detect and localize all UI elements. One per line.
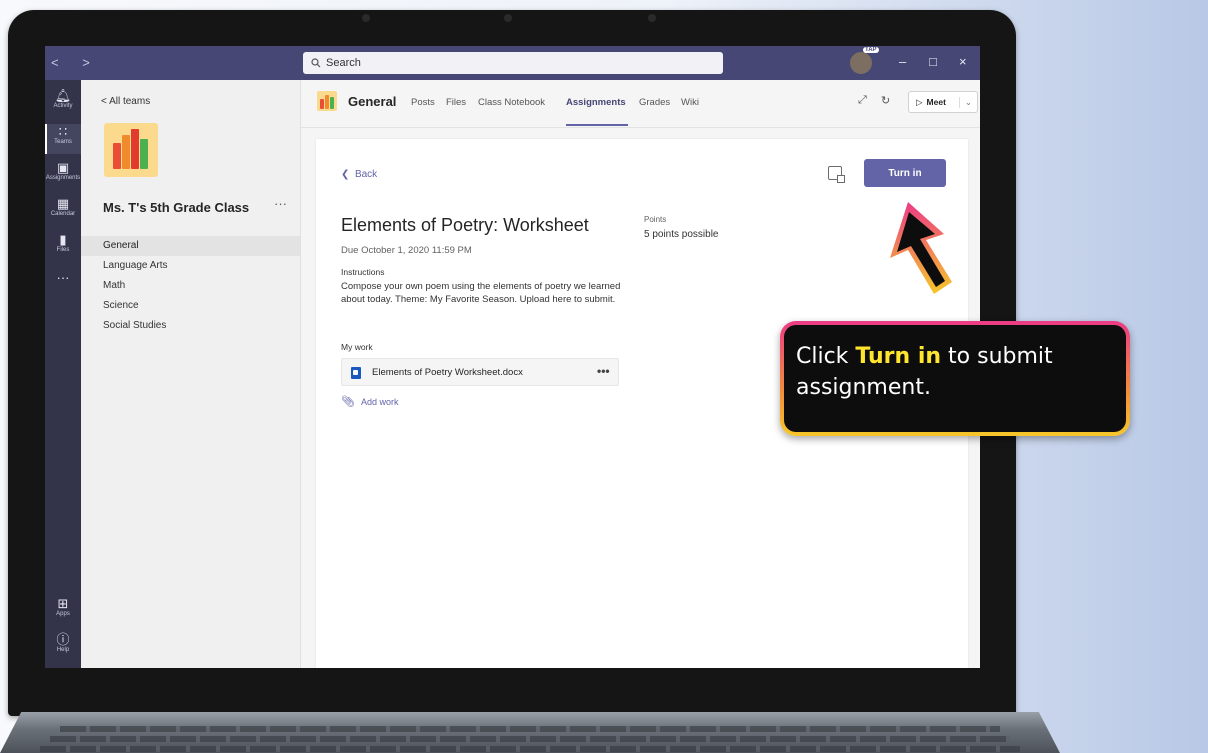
tab-class-notebook[interactable]: Class Notebook [478, 97, 545, 108]
tab-grades[interactable]: Grades [639, 97, 670, 108]
back-button[interactable]: ❮ Back [341, 169, 377, 180]
class-more-options-icon[interactable]: ··· [274, 196, 287, 211]
title-bar: < > Search TAP – □ × [45, 46, 980, 80]
calendar-icon: ▦ [56, 196, 70, 211]
maximize-button[interactable]: □ [929, 54, 937, 69]
team-logo [104, 123, 158, 177]
all-teams-link[interactable]: < All teams [101, 96, 150, 107]
assignment-title: Elements of Poetry: Worksheet [341, 215, 589, 235]
tab-posts[interactable]: Posts [411, 97, 435, 108]
add-work-button[interactable]: 📎︎ Add work [341, 395, 399, 408]
close-button[interactable]: × [959, 54, 967, 69]
rail-item-help[interactable]: ⓘ Help [45, 632, 81, 662]
due-date: Due October 1, 2020 11:59 PM [341, 245, 472, 256]
tutorial-callout: Click Turn in to submit assignment. [780, 321, 1130, 436]
camera-dot-icon [648, 14, 656, 22]
attached-file[interactable]: Elements of Poetry Worksheet.docx ••• [341, 358, 619, 386]
turn-in-button[interactable]: Turn in [864, 159, 946, 187]
points-value: 5 points possible [644, 229, 719, 240]
word-document-icon [351, 367, 361, 379]
bell-icon: 🔔︎ [54, 88, 72, 103]
my-work-label: My work [341, 342, 373, 352]
rail-item-teams[interactable]: ∷ Teams [45, 124, 81, 154]
search-placeholder: Search [326, 57, 361, 69]
avatar-badge: TAP [863, 47, 879, 53]
tab-wiki[interactable]: Wiki [681, 97, 699, 108]
rail-item-activity[interactable]: 🔔︎ Activity [45, 88, 81, 118]
points-label: Points [644, 215, 667, 224]
tab-files[interactable]: Files [446, 97, 466, 108]
rail-item-calendar[interactable]: ▦ Calendar [45, 196, 81, 226]
camera-icon [504, 14, 512, 22]
camera-dot-icon [362, 14, 370, 22]
minimize-button[interactable]: – [899, 54, 906, 69]
assignments-icon: ▣ [56, 160, 70, 175]
class-name: Ms. T's 5th Grade Class [103, 200, 250, 215]
callout-highlight: Turn in [855, 344, 942, 369]
instructions-label: Instructions [341, 267, 385, 277]
channel-header: General Posts Files Class Notebook Assig… [301, 80, 980, 128]
rail-item-assignments[interactable]: ▣ Assignments [45, 160, 81, 190]
rail-item-files[interactable]: ▮ Files [45, 232, 81, 262]
channel-language-arts[interactable]: Language Arts [81, 256, 300, 276]
meet-label: Meet [926, 97, 946, 107]
instructions-text: Compose your own poem using the elements… [341, 281, 621, 305]
rail-item-more[interactable]: ··· [45, 270, 81, 290]
file-more-options-icon[interactable]: ••• [597, 364, 610, 378]
search-icon [311, 58, 321, 68]
channel-math[interactable]: Math [81, 276, 300, 296]
rail-item-apps[interactable]: ⊞ Apps [45, 596, 81, 626]
video-camera-icon: ▷ [916, 96, 923, 107]
callout-text: Click Turn in to submit assignment. [784, 325, 1126, 432]
chevron-left-icon: ❮ [341, 169, 350, 180]
apps-icon: ⊞ [57, 596, 69, 611]
refresh-icon[interactable]: ↻ [881, 94, 890, 107]
immersive-reader-icon[interactable] [828, 166, 845, 183]
channel-general[interactable]: General [81, 236, 300, 256]
paperclip-icon: 📎︎ [341, 396, 355, 408]
meet-button[interactable]: ▷ Meet ⌄ [908, 91, 978, 113]
avatar[interactable] [848, 50, 874, 76]
channel-science[interactable]: Science [81, 296, 300, 316]
laptop-keyboard [0, 712, 1060, 753]
team-sidebar: < All teams Ms. T's 5th Grade Class ··· … [81, 80, 301, 668]
files-icon: ▮ [59, 232, 67, 247]
active-tab-indicator [566, 124, 628, 126]
search-input[interactable]: Search [303, 52, 723, 74]
teams-icon: ∷ [58, 124, 68, 139]
channel-title: General [348, 94, 397, 109]
channel-books-icon [317, 91, 337, 111]
app-rail: 🔔︎ Activity ∷ Teams ▣ Assignments ▦ Cale… [45, 80, 81, 668]
pointer-arrow-icon [890, 202, 952, 294]
channel-social-studies[interactable]: Social Studies [81, 316, 300, 336]
file-name: Elements of Poetry Worksheet.docx [372, 367, 523, 378]
chevron-down-icon[interactable]: ⌄ [958, 96, 977, 108]
tab-assignments[interactable]: Assignments [566, 97, 626, 108]
more-icon: ··· [56, 270, 70, 285]
help-icon: ⓘ [56, 632, 70, 647]
history-nav-arrows[interactable]: < > [51, 55, 100, 70]
expand-icon[interactable]: ⤢ [858, 94, 867, 107]
